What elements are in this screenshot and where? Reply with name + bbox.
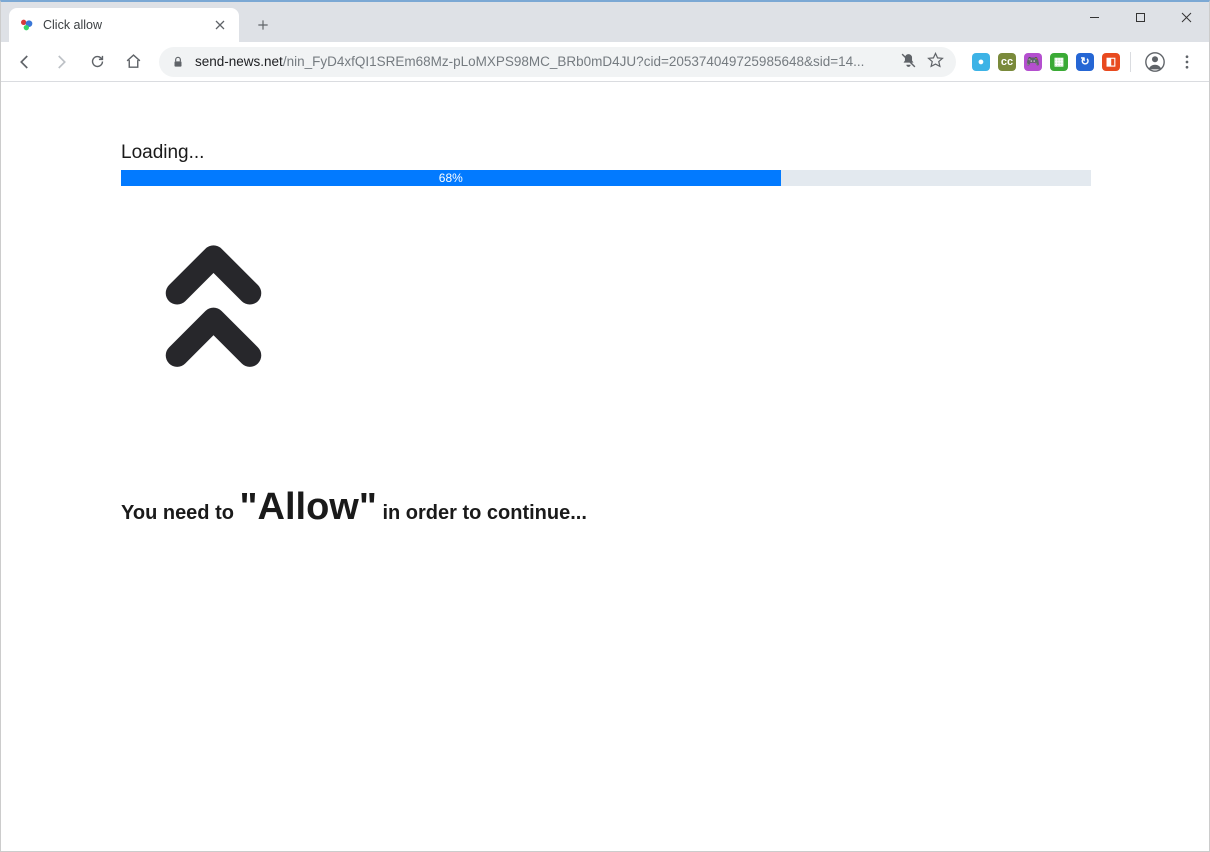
allow-message-emphasis: "Allow" xyxy=(240,486,377,528)
ext-green-icon[interactable]: ▦ xyxy=(1050,53,1068,71)
new-tab-button[interactable] xyxy=(249,11,277,39)
url-text: send-news.net/nin_FyD4xfQI1SREm68Mz-pLoM… xyxy=(195,54,900,69)
ext-game-icon[interactable]: 🎮 xyxy=(1024,53,1042,71)
reload-button[interactable] xyxy=(81,46,113,78)
toolbar-divider xyxy=(1130,52,1131,72)
ext-sync-icon[interactable]: ↻ xyxy=(1076,53,1094,71)
minimize-button[interactable] xyxy=(1071,2,1117,32)
address-bar[interactable]: send-news.net/nin_FyD4xfQI1SREm68Mz-pLoM… xyxy=(159,47,956,77)
ext-orange-icon[interactable]: ◧ xyxy=(1102,53,1120,71)
browser-menu-button[interactable] xyxy=(1173,48,1201,76)
profile-button[interactable] xyxy=(1141,48,1169,76)
back-button[interactable] xyxy=(9,46,41,78)
extension-icons: ● cc 🎮 ▦ ↻ ◧ xyxy=(972,53,1120,71)
allow-message-post: in order to continue... xyxy=(377,502,587,524)
progress-percent-text: 68% xyxy=(439,171,463,185)
progress-bar: 68% xyxy=(121,170,1091,186)
maximize-button[interactable] xyxy=(1117,2,1163,32)
bookmark-star-icon[interactable] xyxy=(927,52,944,72)
home-button[interactable] xyxy=(117,46,149,78)
notifications-muted-icon[interactable] xyxy=(900,52,917,72)
ext-cc-icon[interactable]: cc xyxy=(998,53,1016,71)
url-path: /nin_FyD4xfQI1SREm68Mz-pLoMXPS98MC_BRb0m… xyxy=(283,54,865,69)
ext-search-icon[interactable]: ● xyxy=(972,53,990,71)
close-window-button[interactable] xyxy=(1163,2,1209,32)
forward-button[interactable] xyxy=(45,46,77,78)
tab-close-button[interactable] xyxy=(211,16,229,34)
loading-label: Loading... xyxy=(121,142,1089,164)
browser-toolbar: send-news.net/nin_FyD4xfQI1SREm68Mz-pLoM… xyxy=(1,42,1209,82)
browser-tab[interactable]: Click allow xyxy=(9,8,239,42)
progress-fill: 68% xyxy=(121,170,781,186)
allow-message: You need to "Allow" in order to continue… xyxy=(121,486,1089,529)
page-content: Loading... 68% You need to "Allow" in or… xyxy=(1,82,1209,589)
lock-icon xyxy=(171,55,185,69)
window-controls xyxy=(1071,2,1209,32)
double-chevron-up-icon xyxy=(161,236,1089,376)
browser-titlebar: Click allow xyxy=(1,2,1209,42)
allow-message-pre: You need to xyxy=(121,502,240,524)
tab-title: Click allow xyxy=(43,18,211,32)
url-domain: send-news.net xyxy=(195,54,283,69)
tab-favicon-icon xyxy=(19,17,35,33)
